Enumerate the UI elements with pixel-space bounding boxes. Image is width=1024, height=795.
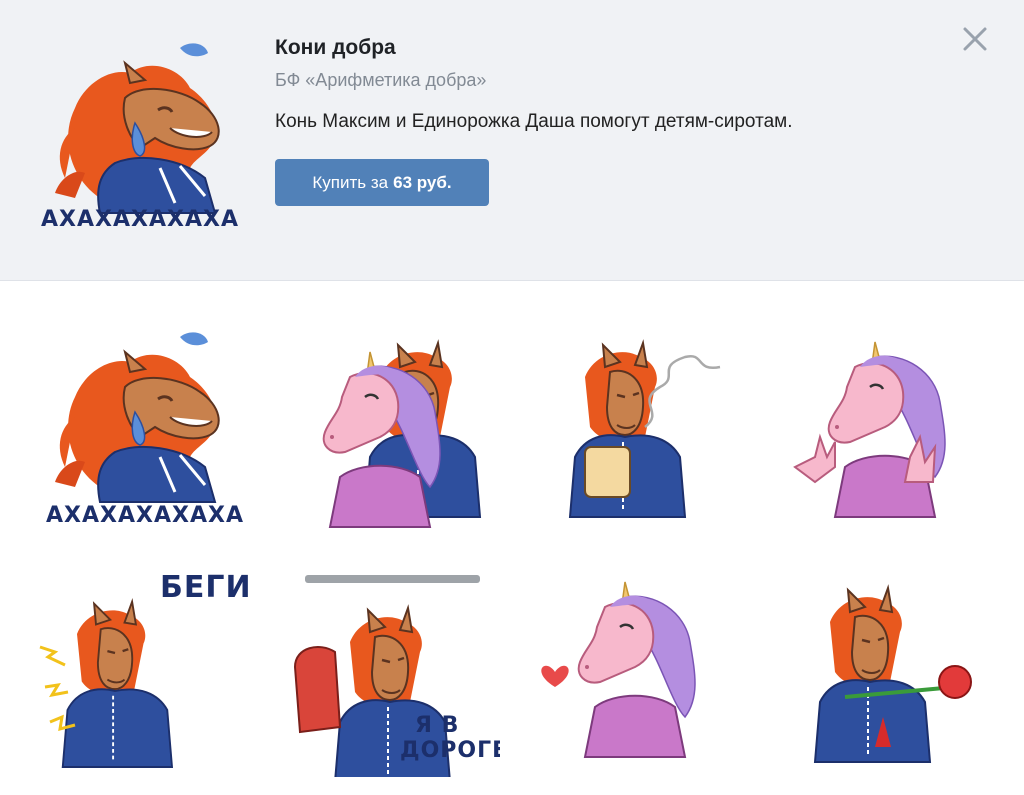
sticker-loving-unicorn[interactable]: [525, 557, 745, 777]
pack-description: Конь Максим и Единорожка Даша помогут де…: [275, 111, 793, 132]
sticker-surprised-unicorn[interactable]: [775, 317, 995, 537]
pack-cover-image: АХАХАХАХАХА: [30, 28, 250, 238]
sticker-commuting-horse[interactable]: Я В ДОРОГЕ: [280, 557, 500, 777]
sticker-caption: БЕГИ: [160, 570, 250, 605]
sticker-grid: АХАХАХАХАХА БЕГИ Я В ДОРОГЕ: [0, 282, 1024, 795]
sticker-laughing-horse[interactable]: АХАХАХАХАХА: [30, 317, 250, 537]
buy-button-label: Купить за: [312, 172, 389, 192]
pack-title: Кони добра: [275, 36, 396, 59]
sticker-rose-horse[interactable]: [775, 557, 995, 777]
sticker-coffee-horse[interactable]: [525, 317, 745, 537]
pack-author[interactable]: БФ «Арифметика добра»: [275, 70, 486, 91]
sticker-caption: АХАХАХАХАХА: [46, 503, 244, 528]
close-icon[interactable]: [960, 24, 990, 54]
buy-button[interactable]: Купить за 63 руб.: [275, 159, 489, 206]
sticker-caption-line1: Я В: [415, 713, 459, 738]
sticker-caption-line2: ДОРОГЕ: [400, 738, 500, 763]
sticker-hugging-unicorn-horse[interactable]: [280, 317, 500, 537]
buy-button-price: 63 руб.: [393, 172, 452, 192]
sticker-running-horse[interactable]: БЕГИ: [30, 557, 250, 777]
cover-caption: АХАХАХАХАХА: [41, 207, 239, 232]
sticker-pack-header: АХАХАХАХАХА Кони добра БФ «Арифметика до…: [0, 0, 1024, 281]
